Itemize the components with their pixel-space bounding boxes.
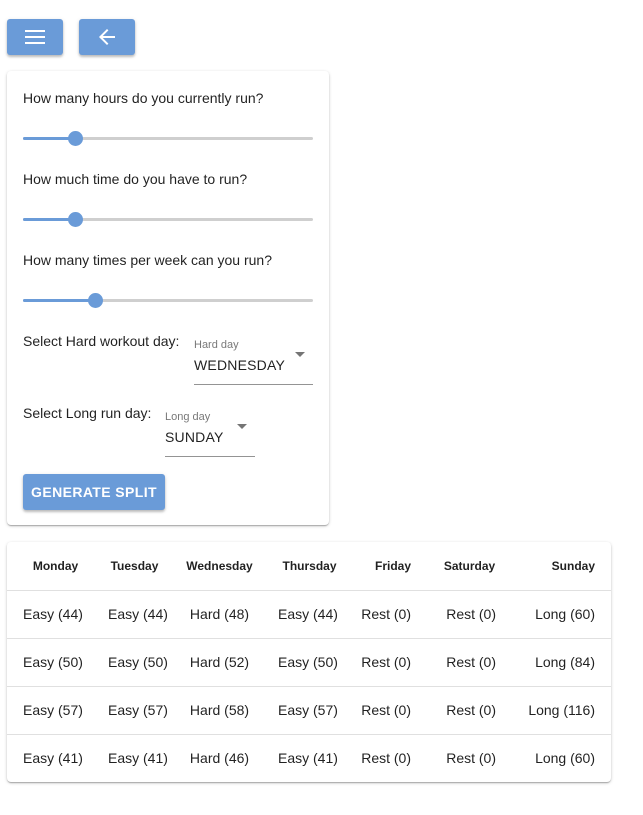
hours-question: How many hours do you currently run? <box>23 90 264 106</box>
table-cell: Hard (46) <box>177 733 262 782</box>
hours-slider[interactable] <box>23 128 313 148</box>
hard-day-label: Select Hard workout day: <box>23 333 180 349</box>
time-slider[interactable] <box>23 209 313 229</box>
table-cell: Rest (0) <box>427 637 512 686</box>
generate-split-button[interactable]: GENERATE SPLIT <box>23 474 165 510</box>
table-cell: Hard (58) <box>177 685 262 734</box>
back-button[interactable] <box>79 19 135 55</box>
table-row: Easy (41) Easy (41) Hard (46) Easy (41) Rest… <box>7 733 611 782</box>
table-cell: Long (116) <box>512 685 611 734</box>
table-cell: Easy (44) <box>262 589 357 638</box>
dropdown-arrow-icon <box>237 424 247 429</box>
slider-thumb[interactable] <box>67 131 83 146</box>
column-header-sunday: Sunday <box>551 558 595 573</box>
table-cell: Rest (0) <box>357 685 427 734</box>
table-cell: Long (84) <box>512 637 611 686</box>
column-header-thursday: Thursday <box>282 558 337 573</box>
split-form-card: How many hours do you currently run? How… <box>7 71 329 525</box>
table-cell: Easy (57) <box>7 685 92 734</box>
times-slider[interactable] <box>23 290 313 310</box>
column-header-friday: Friday <box>374 558 411 573</box>
hard-day-select[interactable]: Hard day WEDNESDAY <box>194 339 313 385</box>
table-cell: Long (60) <box>512 733 611 782</box>
table-cell: Rest (0) <box>427 589 512 638</box>
table-cell: Rest (0) <box>357 733 427 782</box>
column-header-saturday: Saturday <box>443 558 496 573</box>
column-header-monday: Monday <box>32 558 79 573</box>
hard-day-select-label: Hard day <box>194 339 239 351</box>
table-cell: Long (60) <box>512 589 611 638</box>
table-cell: Rest (0) <box>357 589 427 638</box>
slider-track <box>23 299 96 302</box>
split-table: Monday Tuesday Wednesday Thursday Friday Satu… <box>7 542 611 782</box>
table-cell: Hard (48) <box>177 589 262 638</box>
table-header-row: Monday Tuesday Wednesday Thursday Friday Satu… <box>7 542 611 590</box>
table-cell: Easy (57) <box>92 685 177 734</box>
table-cell: Easy (57) <box>262 685 357 734</box>
table-cell: Easy (41) <box>262 733 357 782</box>
table-cell: Easy (44) <box>7 589 92 638</box>
table-cell: Easy (50) <box>7 637 92 686</box>
times-question: How many times per week can you run? <box>23 252 272 268</box>
arrow-back-icon <box>99 29 115 45</box>
menu-button[interactable] <box>7 19 63 55</box>
long-day-select[interactable]: Long day SUNDAY <box>165 411 255 457</box>
long-day-label: Select Long run day: <box>23 405 152 421</box>
table-row: Easy (44) Easy (44) Hard (48) Easy (44) Rest… <box>7 589 611 638</box>
hard-day-select-value: WEDNESDAY <box>194 357 285 373</box>
table-cell: Easy (44) <box>92 589 177 638</box>
table-cell: Easy (41) <box>7 733 92 782</box>
table-row: Easy (57) Easy (57) Hard (58) Easy (57) Rest… <box>7 685 611 734</box>
table-cell: Easy (50) <box>262 637 357 686</box>
table-cell: Rest (0) <box>357 637 427 686</box>
table-cell: Rest (0) <box>427 685 512 734</box>
dropdown-arrow-icon <box>295 352 305 357</box>
table-cell: Easy (50) <box>92 637 177 686</box>
table-cell: Easy (41) <box>92 733 177 782</box>
slider-thumb[interactable] <box>88 293 103 308</box>
slider-thumb[interactable] <box>67 212 83 227</box>
table-cell: Hard (52) <box>177 637 262 686</box>
split-table-card: Monday Tuesday Wednesday Thursday Friday Satu… <box>7 542 611 782</box>
table-row: Easy (50) Easy (50) Hard (52) Easy (50) Rest… <box>7 637 611 686</box>
time-question: How much time do you have to run? <box>23 171 248 187</box>
long-day-select-value: SUNDAY <box>165 429 224 445</box>
long-day-select-label: Long day <box>165 411 211 423</box>
menu-icon <box>25 30 45 44</box>
column-header-tuesday: Tuesday <box>110 558 159 573</box>
table-cell: Rest (0) <box>427 733 512 782</box>
column-header-wednesday: Wednesday <box>186 558 253 573</box>
